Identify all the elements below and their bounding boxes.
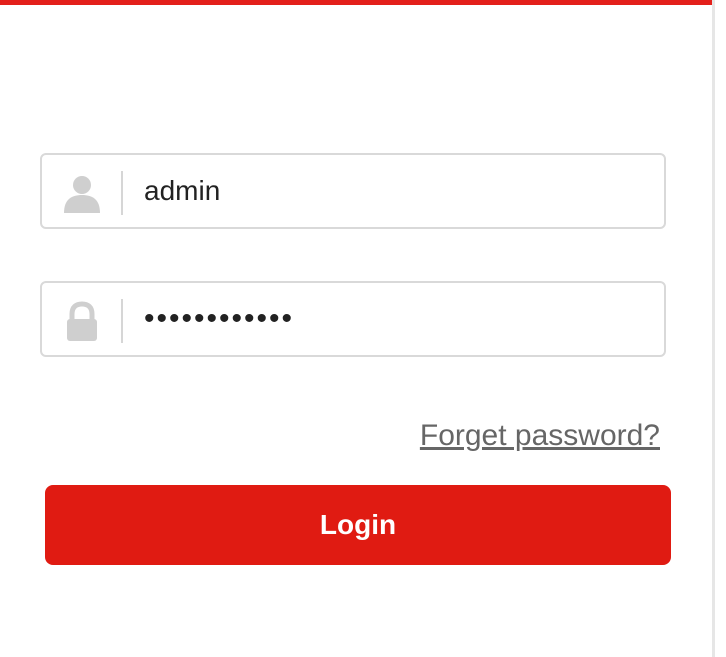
panel-right-border — [712, 0, 715, 657]
login-page: Forget password? Login — [0, 0, 726, 657]
user-icon — [62, 173, 102, 213]
lock-icon — [62, 301, 102, 341]
top-accent-bar — [0, 0, 712, 5]
username-field[interactable] — [40, 153, 666, 229]
password-field-separator — [121, 299, 123, 343]
login-button[interactable]: Login — [45, 485, 671, 565]
username-field-separator — [121, 171, 123, 215]
forgot-password-link[interactable]: Forget password? — [420, 419, 660, 453]
username-input[interactable] — [144, 163, 644, 219]
password-field[interactable] — [40, 281, 666, 357]
password-input[interactable] — [144, 291, 644, 347]
